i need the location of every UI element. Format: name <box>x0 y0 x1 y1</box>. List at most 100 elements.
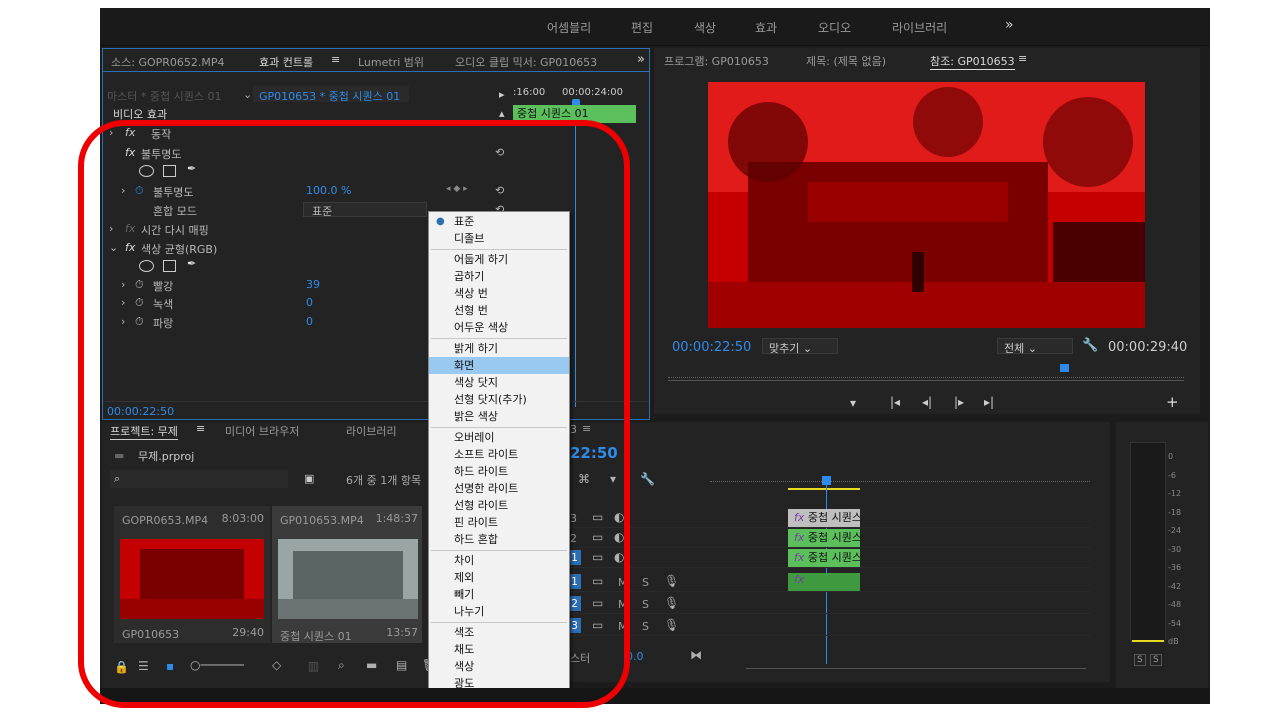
menu-item-pin-light[interactable]: 핀 라이트 <box>429 514 569 531</box>
effect-opacity-row[interactable]: fx 불투명도 ⟲ <box>103 146 513 164</box>
mini-timeline-clip[interactable]: 중첩 시퀀스 01 <box>513 105 636 123</box>
clip-v1[interactable]: fx 중첩 시퀀스 <box>788 549 860 567</box>
eye-icon[interactable]: ◐ <box>614 530 624 544</box>
rectangle-mask-icon[interactable] <box>163 260 176 272</box>
tab-reference[interactable]: 참조: GP010653 <box>930 53 1015 70</box>
keyframe-nav-icon[interactable]: ◂ ◆ ▸ <box>446 184 468 194</box>
rectangle-mask-icon[interactable] <box>163 165 176 177</box>
menu-item-screen[interactable]: 화면 <box>429 357 569 374</box>
stopwatch-icon[interactable]: ⏱ <box>135 296 144 310</box>
solo-left-button[interactable]: S <box>1134 654 1146 666</box>
collapse-up-icon[interactable]: ▴ <box>499 107 505 120</box>
menu-item-color[interactable]: 색상 <box>429 658 569 675</box>
wrench-icon[interactable]: 🔧 <box>640 472 655 486</box>
tab-menu-icon[interactable]: ≡ <box>331 53 340 66</box>
mute-button[interactable]: M <box>618 576 628 589</box>
workspace-edit[interactable]: 편집 <box>631 19 653 36</box>
clip-v3[interactable]: fx 중첩 시퀀스 <box>788 509 860 527</box>
fx-icon[interactable]: fx <box>125 146 135 159</box>
reset-icon[interactable]: ⟲ <box>495 146 504 159</box>
automate-icon[interactable]: ▥ <box>308 659 319 673</box>
add-button-icon[interactable]: + <box>1166 393 1179 411</box>
timeline-timecode[interactable]: 22:50 <box>570 444 618 462</box>
tab-program[interactable]: 프로그램: GP010653 <box>664 53 769 69</box>
workspace-library[interactable]: 라이브러리 <box>892 19 947 36</box>
expand-chevron-icon[interactable]: ⌄ <box>109 241 118 254</box>
snap-icon[interactable]: ⌘ <box>578 472 590 486</box>
menu-item-exclusion[interactable]: 제외 <box>429 569 569 586</box>
menu-item-linear-burn[interactable]: 선형 번 <box>429 302 569 319</box>
menu-item-hue[interactable]: 색조 <box>429 624 569 641</box>
timeline-scrollbar[interactable] <box>746 668 1086 669</box>
new-bin-icon[interactable]: ▣ <box>304 472 314 485</box>
menu-item-color-dodge[interactable]: 색상 닷지 <box>429 374 569 391</box>
work-area-bar[interactable] <box>788 488 860 490</box>
menu-item-darken[interactable]: 어둡게 하기 <box>429 251 569 268</box>
tab-media-browser[interactable]: 미디어 브라우저 <box>225 423 299 439</box>
solo-button[interactable]: S <box>642 576 649 589</box>
menu-item-color-burn[interactable]: 색상 번 <box>429 285 569 302</box>
program-playhead[interactable] <box>1060 364 1069 372</box>
pen-mask-icon[interactable]: ✒ <box>187 257 196 270</box>
eye-icon[interactable]: ◐ <box>614 510 624 524</box>
ellipse-mask-icon[interactable] <box>139 165 154 177</box>
solo-button[interactable]: S <box>642 620 649 633</box>
quality-dropdown[interactable]: 전체 ⌄ <box>997 338 1073 355</box>
zoom-bar[interactable] <box>668 380 1184 381</box>
marker-icon[interactable]: ▾ <box>610 472 616 486</box>
tab-menu-icon[interactable]: ≡ <box>582 422 591 435</box>
marker-icon[interactable]: ▾ <box>850 396 856 410</box>
go-to-out-icon[interactable]: ▸| <box>984 395 994 409</box>
tab-menu-icon[interactable]: ≡ <box>196 422 205 435</box>
menu-item-overlay[interactable]: 오버레이 <box>429 429 569 446</box>
green-value[interactable]: 0 <box>306 296 313 309</box>
tab-title[interactable]: 제목: (제목 없음) <box>806 53 886 69</box>
go-to-in-icon[interactable]: |◂ <box>890 395 900 409</box>
tab-lumetri-scopes[interactable]: Lumetri 범위 <box>358 54 424 70</box>
menu-item-hard-mix[interactable]: 하드 혼합 <box>429 531 569 548</box>
fit-dropdown[interactable]: 맞추기 ⌄ <box>762 338 838 355</box>
film-icon[interactable]: ▭ <box>592 550 603 564</box>
tab-source[interactable]: 소스: GOPR0652.MP4 <box>111 54 225 70</box>
film-icon[interactable]: ▭ <box>592 574 603 588</box>
ellipse-mask-icon[interactable] <box>139 260 154 272</box>
sequence-selector[interactable]: ⌄ GP010653 * 중첩 시퀀스 01 <box>243 86 409 103</box>
reset-icon[interactable]: ⟲ <box>495 184 504 197</box>
menu-item-soft-light[interactable]: 소프트 라이트 <box>429 446 569 463</box>
expand-chevron-icon[interactable]: › <box>121 184 125 197</box>
menu-item-subtract[interactable]: 빼기 <box>429 586 569 603</box>
effect-motion-row[interactable]: › fx 동작 <box>103 126 513 144</box>
eye-icon[interactable]: ◐ <box>614 550 624 564</box>
film-icon[interactable]: ▭ <box>592 596 603 610</box>
master-mark-icon[interactable]: ⧓ <box>690 648 702 662</box>
menu-item-multiply[interactable]: 곱하기 <box>429 268 569 285</box>
menu-item-normal[interactable]: ● 표준 <box>429 213 569 230</box>
tab-sequence[interactable]: 3 <box>570 423 577 436</box>
clip-a1[interactable]: fx <box>788 573 860 591</box>
icon-view-icon[interactable]: ▪ <box>166 659 174 673</box>
tab-libraries[interactable]: 라이브러리 <box>346 423 397 439</box>
microphone-icon[interactable]: 🎙 <box>664 574 679 588</box>
menu-item-difference[interactable]: 차이 <box>429 552 569 569</box>
menu-item-saturation[interactable]: 채도 <box>429 641 569 658</box>
blend-mode-dropdown[interactable]: 표준 <box>303 202 427 218</box>
expand-chevron-icon[interactable]: › <box>109 126 113 139</box>
film-icon[interactable]: ▭ <box>592 618 603 632</box>
tab-project[interactable]: 프로젝트: 무제 <box>110 423 178 440</box>
project-item-2[interactable]: GP010653.MP4 1:48:37 중첩 시퀀스 01 13:57 <box>272 506 422 643</box>
film-icon[interactable]: ▭ <box>592 530 603 544</box>
fx-icon[interactable]: fx <box>125 241 135 254</box>
step-back-icon[interactable]: ◂| <box>922 395 932 409</box>
list-view-icon[interactable]: ☰ <box>138 659 149 673</box>
workspace-more-icon[interactable]: » <box>1005 17 1014 33</box>
project-item-1[interactable]: GOPR0653.MP4 8:03:00 GP010653 29:40 <box>114 506 270 643</box>
solo-right-button[interactable]: S <box>1150 654 1162 666</box>
new-item-icon[interactable]: ▤ <box>396 658 407 672</box>
play-triangle-icon[interactable]: ▸ <box>499 88 505 101</box>
workspace-assembly[interactable]: 어셈블리 <box>547 19 591 36</box>
find-icon[interactable]: ⌕ <box>338 658 345 673</box>
expand-chevron-icon[interactable]: › <box>121 278 125 291</box>
fx-icon[interactable]: fx <box>125 126 135 139</box>
new-bin-icon[interactable]: ▬ <box>366 658 377 672</box>
step-forward-icon[interactable]: |▸ <box>954 395 964 409</box>
